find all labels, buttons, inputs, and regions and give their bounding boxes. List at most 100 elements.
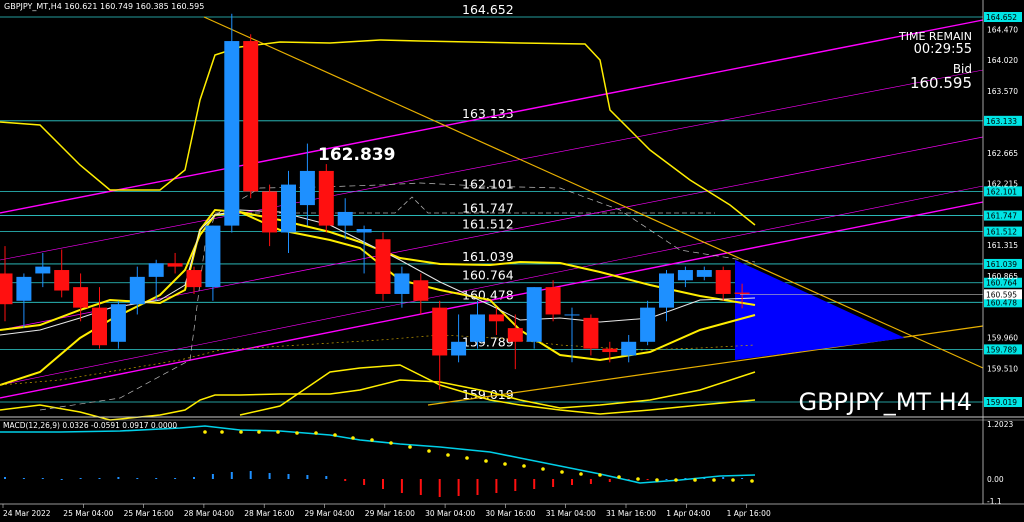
macd-histogram-bar <box>211 474 214 479</box>
candle-body[interactable] <box>262 191 278 233</box>
candle-body[interactable] <box>470 314 485 342</box>
candle-body[interactable] <box>621 341 637 356</box>
macd-signal-dot <box>220 430 224 434</box>
macd-signal-dot <box>314 431 318 435</box>
candle-body[interactable] <box>318 170 334 226</box>
macd-histogram-bar <box>79 478 82 479</box>
price-chart[interactable]: 164.652164.652163.133163.133162.101162.1… <box>0 0 1024 522</box>
macd-signal-dot <box>541 467 545 471</box>
macd-histogram-bar <box>193 477 195 479</box>
candle-body[interactable] <box>167 263 183 267</box>
candle-body[interactable] <box>507 328 523 342</box>
candle-body[interactable] <box>375 239 391 294</box>
time-axis-label: 30 Mar 04:00 <box>425 509 475 518</box>
high-price-label: 162.839 <box>318 145 395 165</box>
macd-signal-dot <box>239 430 243 434</box>
candle-body[interactable] <box>0 273 13 305</box>
macd-signal-dot <box>276 430 280 434</box>
macd-histogram-bar <box>4 477 6 479</box>
macd-signal-dot <box>257 430 261 434</box>
macd-tick-label: -1.1 <box>987 497 1002 506</box>
time-axis-label: 29 Mar 04:00 <box>305 509 355 518</box>
price-axis-tick-label: 161.315 <box>987 241 1018 250</box>
candle-body[interactable] <box>602 348 618 353</box>
candle-body[interactable] <box>205 225 221 288</box>
candle-body[interactable] <box>92 307 107 346</box>
candle-body[interactable] <box>545 287 561 315</box>
chart-watermark: GBPJPY_MT H4 <box>798 388 972 416</box>
macd-histogram-bar <box>41 478 44 479</box>
candle-body[interactable] <box>432 307 448 356</box>
candle-body[interactable] <box>224 41 240 226</box>
macd-signal-dot <box>203 430 207 434</box>
level-price-tag-text: 159.789 <box>986 345 1017 354</box>
candle-body[interactable] <box>564 314 580 316</box>
level-price-tag-text: 160.478 <box>986 298 1017 307</box>
candle-body[interactable] <box>583 317 599 349</box>
macd-histogram-bar <box>495 479 498 493</box>
price-axis-tick-label: 164.020 <box>987 56 1018 65</box>
macd-histogram-bar <box>325 476 328 479</box>
macd-histogram-bar <box>287 474 290 479</box>
candle-body[interactable] <box>299 170 315 206</box>
candle-body[interactable] <box>54 270 70 291</box>
candle-body[interactable] <box>186 270 202 288</box>
macd-histogram-bar <box>665 479 668 480</box>
candle-body[interactable] <box>148 263 164 277</box>
macd-histogram-bar <box>438 479 441 497</box>
macd-histogram-bar <box>552 479 555 487</box>
time-axis-label: 1 Apr 16:00 <box>727 509 771 518</box>
level-price-tag-text: 163.133 <box>986 117 1017 126</box>
time-remain-value: 00:29:55 <box>914 42 972 57</box>
macd-histogram-bar <box>400 479 403 493</box>
macd-signal-dot <box>351 436 355 440</box>
macd-signal-dot <box>408 445 412 449</box>
macd-signal-dot <box>295 431 299 435</box>
macd-signal-dot <box>484 459 488 463</box>
candle-body[interactable] <box>451 341 467 356</box>
macd-histogram-bar <box>230 472 233 479</box>
time-axis-label: 28 Mar 04:00 <box>184 509 234 518</box>
macd-histogram-bar <box>476 479 479 495</box>
candle-body[interactable] <box>413 280 429 301</box>
candle-body[interactable] <box>243 41 259 192</box>
macd-signal-dot <box>617 475 621 479</box>
macd-histogram-bar <box>136 478 139 479</box>
candle-body[interactable] <box>337 211 353 226</box>
candle-body[interactable] <box>677 270 693 281</box>
time-axis-label: 31 Mar 16:00 <box>606 509 656 518</box>
bid-value: 160.595 <box>910 74 972 92</box>
level-price-tag-text: 159.019 <box>986 398 1017 407</box>
candle-body[interactable] <box>281 184 296 233</box>
candle-body[interactable] <box>73 287 89 308</box>
macd-signal-dot <box>503 462 507 466</box>
macd-signal-dot <box>636 477 640 481</box>
candle-body[interactable] <box>715 270 731 294</box>
candle-body[interactable] <box>16 276 32 301</box>
level-label: 162.101 <box>462 176 514 191</box>
candle-body[interactable] <box>696 270 712 277</box>
macd-histogram-bar <box>514 479 517 491</box>
macd-histogram-bar <box>98 478 101 479</box>
macd-signal-dot <box>333 433 337 437</box>
macd-signal-dot <box>465 456 469 460</box>
macd-signal-dot <box>446 453 450 457</box>
candle-body[interactable] <box>129 276 145 305</box>
macd-histogram-bar <box>589 479 592 484</box>
time-axis-label: 30 Mar 16:00 <box>485 509 535 518</box>
macd-signal-dot <box>731 478 735 482</box>
candle-body[interactable] <box>110 304 126 342</box>
candle-body[interactable] <box>356 229 372 233</box>
macd-histogram-bar <box>22 478 25 479</box>
candle-body[interactable] <box>640 307 656 342</box>
candle-body[interactable] <box>35 266 51 274</box>
price-axis-tick-label: 164.470 <box>987 25 1018 34</box>
candle-body[interactable] <box>659 273 674 308</box>
candle-body[interactable] <box>488 314 504 322</box>
candle-body[interactable] <box>734 292 750 294</box>
level-label: 164.652 <box>462 2 514 17</box>
macd-histogram-bar <box>382 479 384 489</box>
candle-body[interactable] <box>526 287 542 342</box>
candle-body[interactable] <box>394 273 410 294</box>
macd-histogram-bar <box>457 479 460 496</box>
